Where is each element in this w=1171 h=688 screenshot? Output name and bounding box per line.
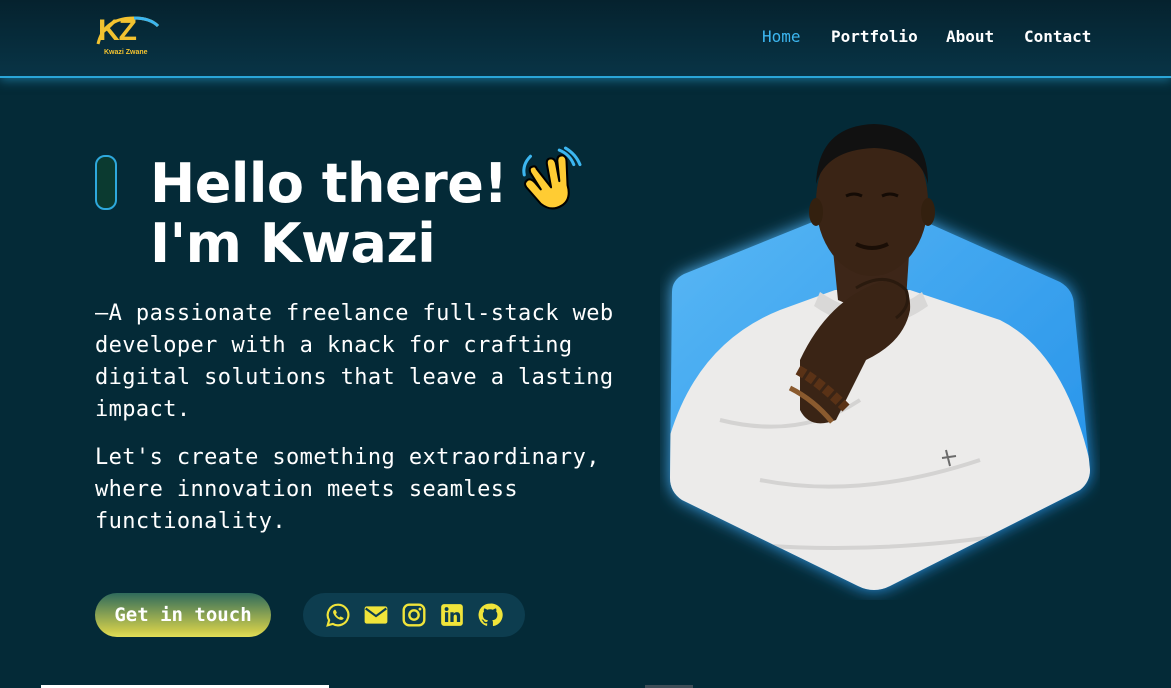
profile-photo [670, 124, 1090, 590]
whatsapp-icon[interactable] [325, 602, 351, 628]
get-in-touch-button[interactable]: Get in touch [95, 593, 271, 637]
title-accent-bar [95, 155, 117, 210]
hero-title-line2: I'm Kwazi [150, 212, 436, 275]
github-icon[interactable] [477, 602, 503, 628]
social-links [303, 593, 525, 637]
instagram-icon[interactable] [401, 602, 427, 628]
waving-hand-icon [521, 146, 581, 210]
hero-title-line1: Hello there! [150, 152, 508, 215]
site-header: KZ Kwazi Zwane Home Portfolio About Cont… [0, 0, 1171, 78]
nav-home[interactable]: Home [762, 27, 801, 46]
nav-contact[interactable]: Contact [1024, 27, 1091, 46]
hero-intro: —A passionate freelance full-stack web d… [95, 301, 614, 422]
hero-tagline: Let's create something extraordinary, wh… [95, 445, 600, 534]
hero-title: Hello there! I'm Kwazi [150, 146, 620, 274]
email-icon[interactable] [363, 602, 389, 628]
main-nav: Home Portfolio About Contact [0, 27, 1171, 51]
nav-about[interactable]: About [946, 27, 994, 46]
nav-portfolio[interactable]: Portfolio [831, 27, 918, 46]
linkedin-icon[interactable] [439, 602, 465, 628]
